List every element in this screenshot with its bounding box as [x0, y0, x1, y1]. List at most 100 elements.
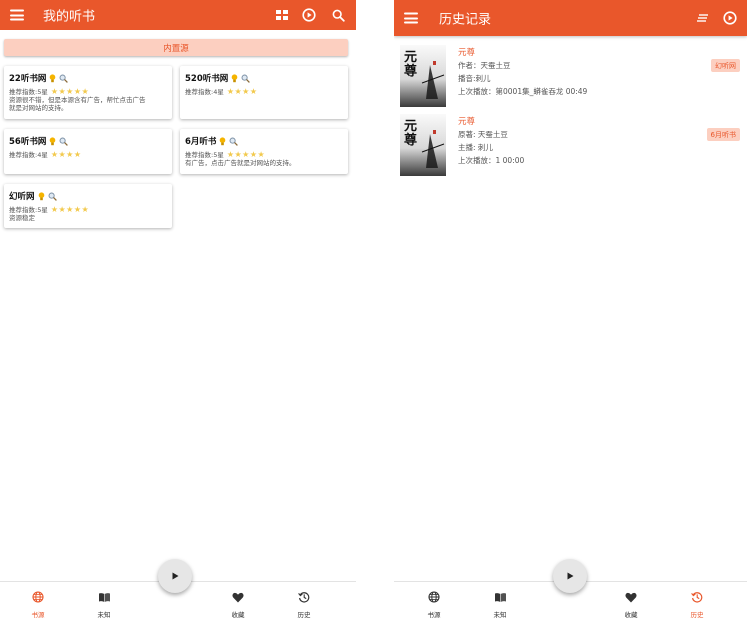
menu-icon[interactable]: [404, 12, 418, 24]
source-name: 56听书网: [9, 137, 47, 147]
star-icon: ★: [50, 205, 58, 214]
last-played: 上次播放：第0001集_蟒雀吞龙 00:49: [458, 87, 588, 96]
book-author: 作者：天蚕土豆: [458, 61, 511, 70]
star-icon: ★: [81, 87, 89, 96]
star-icon: ★: [226, 150, 234, 159]
nav-label: 历史: [297, 611, 311, 618]
star-icon: ★: [66, 205, 74, 214]
clear-history-icon[interactable]: [694, 10, 710, 26]
star-icon: ★: [73, 150, 82, 159]
page-title: 历史记录: [439, 12, 492, 28]
rating-label: 推荐指数:5星: [9, 206, 48, 214]
heart-icon: [625, 588, 637, 607]
nav-label: 书源: [427, 611, 441, 618]
bulb-icon[interactable]: [38, 191, 45, 201]
history-item[interactable]: 元尊 元尊 作者：天蚕土豆 播音:刺儿 上次播放：第0001集_蟒雀吞龙 00:…: [400, 45, 740, 107]
source-badge[interactable]: 幻听网: [711, 59, 740, 72]
play-icon: [172, 572, 179, 580]
app-bar: 历史记录: [394, 0, 747, 36]
source-card[interactable]: 520听书网 推荐指数:4星 ★ ★ ★ ★: [180, 66, 348, 119]
history-icon: [298, 588, 310, 607]
history-item[interactable]: 元尊 元尊 原著: 天蚕土豆 主播: 刺儿 上次播放：1 00:00 6月听书: [400, 114, 740, 176]
book-cover: 元尊: [400, 45, 446, 107]
search-icon[interactable]: [48, 192, 57, 201]
nav-item[interactable]: 未知: [480, 588, 520, 618]
source-card[interactable]: 22听书网 推荐指数:5星 ★ ★ ★ ★ ★ 资源很不错，但是本源含有广告，帮忙点击广…: [4, 66, 172, 119]
star-icon: ★: [226, 87, 234, 96]
play-fab[interactable]: [158, 559, 192, 593]
bulb-icon[interactable]: [49, 136, 56, 146]
nav-item[interactable]: 历史: [284, 588, 324, 618]
book-narrator: 播音:刺儿: [458, 74, 491, 83]
rating-stars: ★ ★ ★ ★: [51, 151, 81, 159]
nav-label: 历史: [690, 611, 704, 618]
source-desc: 资源稳定: [9, 214, 35, 222]
star-icon: ★: [58, 87, 66, 96]
app-bar: 我的听书: [0, 0, 356, 30]
source-card[interactable]: 6月听书 推荐指数:5星 ★ ★ ★ ★ ★ 有广告，点击广告就是对网站的支持。: [180, 129, 348, 174]
nav-label: 未知: [493, 611, 507, 618]
source-card[interactable]: 幻听网 推荐指数:5星 ★ ★ ★ ★ ★ 资源稳定: [4, 184, 172, 228]
heart-icon: [232, 588, 244, 607]
search-icon[interactable]: [330, 7, 346, 23]
nav-label: 未知: [97, 611, 111, 618]
search-icon[interactable]: [59, 137, 69, 146]
cover-title: 元尊: [404, 119, 418, 148]
star-icon: ★: [242, 150, 250, 159]
menu-icon[interactable]: [10, 9, 24, 21]
cover-title: 元尊: [404, 50, 418, 79]
book-icon: [98, 588, 111, 607]
source-desc: 资源很不错，但是本源含有广告，帮忙点击广告: [9, 96, 146, 104]
rating-label: 推荐指数:4星: [9, 151, 48, 159]
nav-label: 收藏: [624, 611, 638, 618]
nav-item[interactable]: 书源: [414, 588, 454, 618]
star-icon: ★: [50, 150, 58, 159]
nav-label: 收藏: [231, 611, 245, 618]
globe-icon: [32, 588, 44, 607]
rating-stars: ★ ★ ★ ★ ★: [227, 151, 265, 159]
nav-item[interactable]: 书源: [18, 588, 58, 618]
search-icon[interactable]: [229, 137, 239, 146]
star-icon: ★: [249, 87, 258, 96]
nav-item[interactable]: 未知: [84, 588, 124, 618]
history-screen: 历史记录 元尊 元尊 作者：天蚕土豆 播音:刺儿 上次播放：第0001集_蟒雀吞…: [394, 0, 747, 618]
search-icon[interactable]: [59, 74, 69, 83]
source-name: 6月听书: [185, 137, 217, 147]
star-icon: ★: [249, 150, 258, 159]
sources-screen: 我的听书 内置源 22听书网 推荐指数:5星 ★ ★ ★ ★ ★ 资源很不错，但是本源含…: [0, 0, 356, 618]
page-title: 我的听书: [43, 9, 96, 25]
play-icon: [567, 572, 574, 580]
play-fab[interactable]: [553, 559, 587, 593]
bulb-icon[interactable]: [49, 73, 56, 83]
source-desc: 有广告，点击广告就是对网站的支持。: [185, 159, 296, 167]
rating-label: 推荐指数:5星: [185, 151, 224, 159]
nav-item[interactable]: 历史: [677, 588, 717, 618]
source-badge[interactable]: 6月听书: [706, 128, 740, 141]
nav-item[interactable]: 收藏: [611, 588, 651, 618]
bulb-icon[interactable]: [231, 73, 238, 83]
rating-label: 推荐指数:5星: [9, 88, 48, 96]
star-icon: ★: [73, 205, 82, 214]
rating-stars: ★ ★ ★ ★: [227, 88, 257, 96]
book-cover: 元尊: [400, 114, 446, 176]
grid-view-icon[interactable]: [274, 7, 290, 23]
source-card[interactable]: 56听书网 推荐指数:4星 ★ ★ ★ ★: [4, 129, 172, 174]
nav-item[interactable]: 收藏: [218, 588, 258, 618]
star-icon: ★: [58, 205, 66, 214]
book-title: 元尊: [458, 48, 476, 58]
play-circle-icon[interactable]: [722, 10, 738, 26]
book-title: 元尊: [458, 117, 476, 127]
star-icon: ★: [81, 205, 89, 214]
rating-stars: ★ ★ ★ ★ ★: [51, 88, 89, 96]
star-icon: ★: [50, 87, 58, 96]
source-name: 520听书网: [185, 74, 229, 84]
search-icon[interactable]: [241, 74, 251, 83]
history-icon: [691, 588, 703, 607]
play-circle-icon[interactable]: [301, 7, 317, 23]
bulb-icon[interactable]: [219, 136, 226, 146]
star-icon: ★: [242, 87, 250, 96]
nav-label: 书源: [31, 611, 45, 618]
builtin-source-bar[interactable]: 内置源: [4, 39, 348, 56]
source-desc: 就是对网站的支持。: [9, 104, 68, 112]
star-icon: ★: [234, 150, 242, 159]
